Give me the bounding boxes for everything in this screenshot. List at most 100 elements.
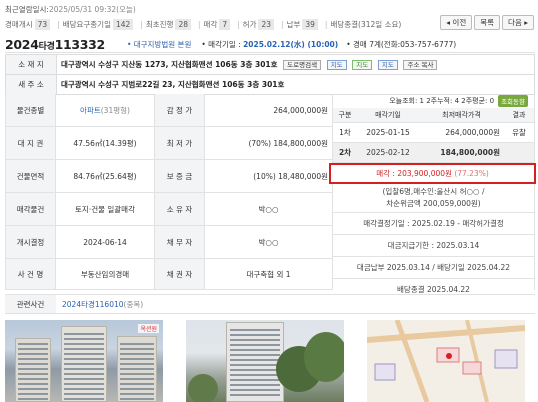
- sale-history-panel: 오늘조회: 1 2주누적: 4 2주평균: 0 조회동향 구분 매각기일 최저매…: [332, 94, 535, 294]
- history-date: 2025-01-15: [357, 122, 419, 143]
- list-button[interactable]: 목록: [474, 15, 501, 30]
- grid-label: 채 무 자: [154, 226, 205, 258]
- sale-history-table: 구분 매각기일 최저매각가격 결과 1차 2025-01-15 264,000,…: [333, 108, 534, 163]
- history-min-price: 264,000,000원: [419, 122, 504, 143]
- road-name-search-button[interactable]: 도로명검색: [283, 60, 322, 70]
- sold-price: 매각 : 203,900,000원: [376, 169, 452, 178]
- bid-info: (입찰6명,매수인:울산시 허○○ /: [382, 187, 485, 196]
- map-button[interactable]: 지도: [326, 60, 347, 70]
- stat-label: 매각: [203, 19, 218, 29]
- last-viewed: 최근열람일시:2025/05/31 09:32(오늘): [5, 4, 136, 15]
- grid-row: 건물면적 84.76㎡(25.64평) 보 증 금 (10%) 18,480,0…: [5, 160, 332, 193]
- history-date: 2025-02-12: [357, 142, 419, 163]
- stat-label: 배당요구종기일: [62, 19, 111, 29]
- grid-value: 84.76㎡(25.64평): [73, 171, 137, 181]
- stat-item: 매각 7: [203, 18, 231, 30]
- stat-label: 허가: [242, 19, 257, 29]
- grid-label: 대 지 권: [5, 127, 56, 159]
- grid-value: (10%) 18,480,000원: [253, 171, 328, 181]
- sold-price-highlight: 매각 : 203,900,000원 (77.23%): [329, 163, 536, 184]
- history-row-current: 2차 2025-02-12 184,800,000원: [333, 142, 534, 163]
- history-row: 1차 2025-01-15 264,000,000원 유찰: [333, 122, 534, 143]
- stat-item: 경매개시 73: [5, 18, 51, 30]
- building-photo[interactable]: 옥션원: [5, 320, 163, 402]
- property-photos: 옥션원: [5, 320, 537, 402]
- payment-dividend-date: 대금납부 2025.03.14 / 배당기일 2025.04.22: [333, 256, 534, 278]
- grid-value: 47.56㎡(14.39평): [73, 138, 137, 148]
- related-case-label: 관련사건: [5, 295, 56, 313]
- stat-item: 납부 39: [286, 18, 318, 30]
- related-case-link[interactable]: 2024타경116010: [62, 300, 124, 309]
- grid-label: 소 유 자: [154, 193, 205, 225]
- sale-date: • 매각기일 : 2025.02.12(水) (10:00): [201, 39, 339, 49]
- property-grid: 물건종별 아파트 (31평형) 감 정 가 264,000,000원 대 지 권 …: [5, 94, 332, 290]
- grid-label: 물건종별: [5, 94, 56, 126]
- grid-label: 사 건 명: [5, 259, 56, 289]
- copy-address-button[interactable]: 주소 복사: [403, 60, 438, 70]
- related-case-row: 관련사건 2024타경116010(중복): [5, 294, 535, 314]
- grid-value: 아파트 (31평형): [80, 105, 130, 116]
- stat-label: 최초진행: [145, 19, 174, 29]
- grid-value: 264,000,000원: [273, 105, 328, 115]
- new-address-label: 새 주 소: [5, 74, 57, 95]
- map-button[interactable]: 지도: [377, 60, 398, 70]
- history-header-cell: 매각기일: [357, 108, 419, 123]
- history-header-cell: 최저매각가격: [419, 108, 504, 123]
- sale-result-details: (입찰6명,매수인:울산시 허○○ / 차순위금액 200,059,000원) …: [333, 186, 534, 300]
- second-bid-info: 차순위금액 200,059,000원): [386, 199, 481, 208]
- prev-button[interactable]: ◂ 이전: [440, 15, 473, 30]
- grid-label: 최 저 가: [154, 127, 205, 159]
- history-round: 2차: [333, 142, 357, 163]
- map-button[interactable]: 지도: [352, 60, 373, 70]
- related-case-value: 2024타경116010(중복): [62, 299, 144, 309]
- grid-row: 대 지 권 47.56㎡(14.39평) 최 저 가 (70%) 184,800…: [5, 127, 332, 160]
- grid-label: 감 정 가: [154, 94, 205, 126]
- history-round: 1차: [333, 122, 357, 143]
- grid-label: 건물면적: [5, 160, 56, 192]
- progress-stats: 경매개시 73 | 배당요구종기일 142 | 최초진행 28 | 매각 7 | 허가 23 | 납…: [5, 18, 402, 30]
- new-address-value: 대구광역시 수성구 지범로22길 23, 지산협화맨션 106동 3층 301호: [56, 74, 535, 95]
- grid-row: 개시결정 2024-06-14 채 무 자 박○○: [5, 226, 332, 259]
- department-contact: • 경매 7계(전화:053-757-6777): [346, 39, 457, 49]
- grid-value: 박○○: [258, 204, 279, 214]
- grid-row: 사 건 명 부동산임의경매 채 권 자 대구축협 외 1: [5, 259, 332, 290]
- case-number: 2024타경113332: [5, 36, 105, 52]
- view-count-text: 오늘조회: 1 2주누적: 4 2주평균: 0: [389, 97, 495, 105]
- approval-date: 매각결정기일 : 2025.02.19 - 매각허가결정: [333, 212, 534, 234]
- stat-count: 39: [302, 18, 318, 30]
- history-header-cell: 구분: [333, 108, 357, 123]
- grid-row: 매각물건 토지·건물 일괄매각 소 유 자 박○○: [5, 193, 332, 226]
- grid-value: 부동산임의경매: [80, 269, 130, 279]
- stat-label: 배당종결(312일 소요): [330, 19, 402, 29]
- stat-item: 허가 23: [242, 18, 275, 30]
- location-value: 대구광역시 수성구 지산동 1273, 지산협화맨션 106동 3층 301호 …: [56, 54, 535, 75]
- address-table: 소 재 지 대구광역시 수성구 지산동 1273, 지산협화맨션 106동 3층…: [5, 54, 535, 95]
- stat-count: 73: [34, 18, 51, 30]
- next-button[interactable]: 다음 ▸: [502, 15, 534, 30]
- stat-label: 납부: [286, 19, 301, 29]
- grid-label: 채 권 자: [154, 259, 205, 289]
- grid-label: 개시결정: [5, 226, 56, 258]
- last-viewed-value: 2025/05/31 09:32(오늘): [48, 5, 136, 14]
- grid-label: 보 증 금: [154, 160, 205, 192]
- stat-item: 배당요구종기일 142: [62, 18, 134, 30]
- stat-item: 배당종결(312일 소요): [330, 19, 401, 30]
- stat-count: 23: [258, 18, 275, 30]
- grid-value: 2024-06-14: [83, 237, 127, 247]
- case-header: 2024타경113332 • 대구지방법원 본원 • 매각기일 : 2025.0…: [5, 36, 535, 53]
- building-photo[interactable]: [186, 320, 344, 402]
- payment-deadline: 대금지급기한 : 2025.03.14: [333, 234, 534, 256]
- case-navigation: ◂ 이전 목록 다음 ▸: [440, 15, 534, 30]
- grid-label: 매각물건: [5, 193, 56, 225]
- history-header-cell: 결과: [504, 108, 534, 123]
- history-result: [504, 142, 534, 163]
- grid-row: 물건종별 아파트 (31평형) 감 정 가 264,000,000원: [5, 94, 332, 127]
- grid-value: 박○○: [258, 237, 279, 247]
- grid-value: (70%) 184,800,000원: [248, 138, 328, 148]
- last-viewed-label: 최근열람일시:: [5, 5, 49, 14]
- view-trend-button[interactable]: 조회동향: [498, 95, 528, 107]
- property-type-link[interactable]: 아파트: [80, 105, 101, 116]
- history-header-row: 구분 매각기일 최저매각가격 결과: [333, 108, 534, 123]
- location-map[interactable]: [367, 320, 525, 402]
- court-name[interactable]: • 대구지방법원 본원: [127, 39, 191, 50]
